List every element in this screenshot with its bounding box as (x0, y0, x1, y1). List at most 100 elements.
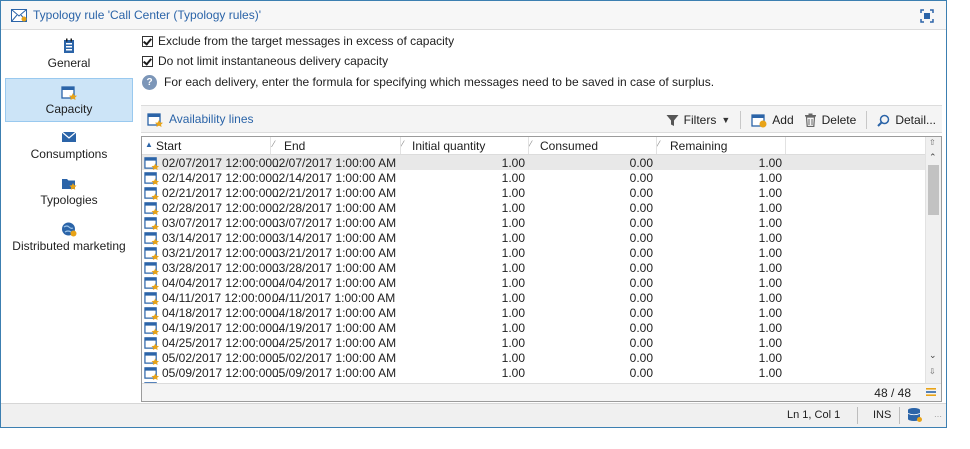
table-row[interactable]: 05/02/2017 12:00:00... 05/02/2017 1:00:00… (142, 350, 927, 365)
table-row[interactable]: 02/07/2017 12:00:00... 02/07/2017 1:00:00… (142, 155, 927, 170)
table-row[interactable]: 03/21/2017 12:00:00... 03/21/2017 1:00:00… (142, 245, 927, 260)
scroll-down-icon[interactable]: ⌄ (929, 350, 937, 361)
cell-start: 03/14/2017 12:00:00... (162, 231, 283, 245)
record-count: 48 / 48 (874, 386, 911, 400)
cell-initial-quantity: 1.00 (501, 201, 525, 215)
add-button[interactable]: Add (751, 112, 794, 128)
column-marker-icon: ⁄ (402, 139, 404, 149)
column-consumed[interactable]: Consumed (540, 139, 598, 153)
cell-remaining: 1.00 (758, 201, 782, 215)
cell-initial-quantity: 1.00 (501, 171, 525, 185)
filters-button[interactable]: Filters ▼ (666, 113, 731, 127)
calendar-star-icon (144, 232, 159, 245)
help-icon: ? (142, 74, 157, 90)
table-row[interactable]: 02/14/2017 12:00:00... 02/14/2017 1:00:00… (142, 170, 927, 185)
cell-initial-quantity: 1.00 (501, 231, 525, 245)
grid-footer: 48 / 48 (142, 383, 941, 401)
column-divider[interactable] (528, 137, 529, 154)
cell-start: 02/14/2017 12:00:00... (162, 171, 283, 185)
list-menu-icon[interactable] (926, 387, 936, 397)
cell-consumed: 0.00 (629, 336, 653, 350)
cell-remaining: 1.00 (758, 336, 782, 350)
cell-consumed: 0.00 (629, 306, 653, 320)
column-end[interactable]: End (284, 139, 305, 153)
column-divider[interactable] (785, 137, 786, 154)
no-limit-option[interactable]: Do not limit instantaneous delivery capa… (142, 52, 388, 70)
table-row[interactable]: 05/09/2017 12:00:00... 05/09/2017 1:00:00… (142, 365, 927, 380)
cell-start: 02/21/2017 12:00:00... (162, 186, 283, 200)
column-remaining[interactable]: Remaining (670, 139, 727, 153)
availability-lines-label: Availability lines (169, 112, 254, 126)
table-row[interactable]: 02/21/2017 12:00:00... 02/21/2017 1:00:00… (142, 185, 927, 200)
sidebar-item-consumptions[interactable]: Consumptions (5, 124, 133, 168)
cell-consumed: 0.00 (629, 201, 653, 215)
delete-button[interactable]: Delete (804, 113, 857, 127)
cell-remaining: 1.00 (758, 366, 782, 380)
cell-initial-quantity: 1.00 (501, 291, 525, 305)
cell-initial-quantity: 1.00 (501, 321, 525, 335)
scrollbar-thumb[interactable] (928, 165, 939, 215)
calendar-star-icon (61, 86, 77, 100)
sidebar-item-distributed-marketing[interactable]: Distributed marketing (5, 216, 133, 260)
globe-icon (62, 222, 77, 237)
table-row[interactable]: 04/11/2017 12:00:00... 04/11/2017 1:00:00… (142, 290, 927, 305)
table-row[interactable]: 04/18/2017 12:00:00... 04/18/2017 1:00:00… (142, 305, 927, 320)
insert-mode: INS (873, 409, 892, 421)
sidebar-item-label: Typologies (40, 193, 98, 207)
cell-consumed: 0.00 (629, 246, 653, 260)
column-divider[interactable] (270, 137, 271, 154)
table-row[interactable]: 03/14/2017 12:00:00... 03/14/2017 1:00:00… (142, 230, 927, 245)
table-row[interactable]: 03/28/2017 12:00:00... 03/28/2017 1:00:00… (142, 260, 927, 275)
column-marker-icon: ⁄ (658, 139, 660, 149)
calendar-star-icon (144, 292, 159, 305)
cell-consumed: 0.00 (629, 186, 653, 200)
sidebar-item-typologies[interactable]: Typologies (5, 170, 133, 214)
calendar-star-icon (144, 157, 159, 170)
no-limit-checkbox[interactable] (142, 55, 153, 67)
cell-remaining: 1.00 (758, 216, 782, 230)
detail-label: Detail... (895, 113, 936, 127)
cell-remaining: 1.00 (758, 351, 782, 365)
title-bar: Typology rule 'Call Center (Typology rul… (1, 1, 946, 30)
maximize-icon[interactable] (920, 9, 934, 23)
cell-initial-quantity: 1.00 (501, 216, 525, 230)
cell-remaining: 1.00 (758, 186, 782, 200)
column-divider[interactable] (400, 137, 401, 154)
exclude-checkbox[interactable] (142, 35, 153, 47)
sidebar-item-label: General (47, 56, 91, 70)
no-limit-label: Do not limit instantaneous delivery capa… (158, 54, 389, 68)
sidebar-item-general[interactable]: General (5, 33, 133, 77)
column-divider[interactable] (656, 137, 657, 154)
scroll-top-icon[interactable]: ⇧ (929, 138, 936, 147)
delete-label: Delete (821, 113, 857, 127)
cell-end: 04/25/2017 1:00:00 AM (272, 336, 397, 350)
table-row[interactable]: 04/19/2017 12:00:00... 04/19/2017 1:00:00… (142, 320, 927, 335)
cell-end: 02/21/2017 1:00:00 AM (272, 186, 397, 200)
cell-remaining: 1.00 (758, 276, 782, 290)
cell-end: 04/18/2017 1:00:00 AM (272, 306, 397, 320)
resize-grip-icon[interactable]: ⋯ (934, 412, 942, 421)
exclude-option[interactable]: Exclude from the target messages in exce… (142, 32, 454, 50)
cell-consumed: 0.00 (629, 366, 653, 380)
cell-initial-quantity: 1.00 (501, 156, 525, 170)
vertical-scrollbar[interactable]: ⇧ ⌃ ⌄ ⇩ (925, 137, 941, 385)
cell-start: 05/09/2017 12:00:00... (162, 366, 283, 380)
scroll-up-icon[interactable]: ⌃ (929, 152, 937, 163)
detail-button[interactable]: Detail... (877, 113, 936, 127)
column-initial-quantity[interactable]: Initial quantity (412, 139, 485, 153)
cell-consumed: 0.00 (629, 156, 653, 170)
chevron-down-icon: ▼ (721, 115, 731, 125)
table-row[interactable]: 02/28/2017 12:00:00... 02/28/2017 1:00:00… (142, 200, 927, 215)
column-start[interactable]: Start (156, 139, 181, 153)
table-row[interactable]: 03/07/2017 12:00:00... 03/07/2017 1:00:00… (142, 215, 927, 230)
cell-remaining: 1.00 (758, 321, 782, 335)
table-row[interactable]: 04/25/2017 12:00:00... 04/25/2017 1:00:00… (142, 335, 927, 350)
cell-start: 04/25/2017 12:00:00... (162, 336, 283, 350)
table-row[interactable]: 04/04/2017 12:00:00... 04/04/2017 1:00:00… (142, 275, 927, 290)
sidebar-item-capacity[interactable]: Capacity (5, 78, 133, 122)
cell-consumed: 0.00 (629, 351, 653, 365)
cell-initial-quantity: 1.00 (501, 186, 525, 200)
cell-remaining: 1.00 (758, 246, 782, 260)
scroll-bottom-icon[interactable]: ⇩ (929, 367, 936, 376)
capacity-panel: Exclude from the target messages in exce… (139, 30, 946, 403)
